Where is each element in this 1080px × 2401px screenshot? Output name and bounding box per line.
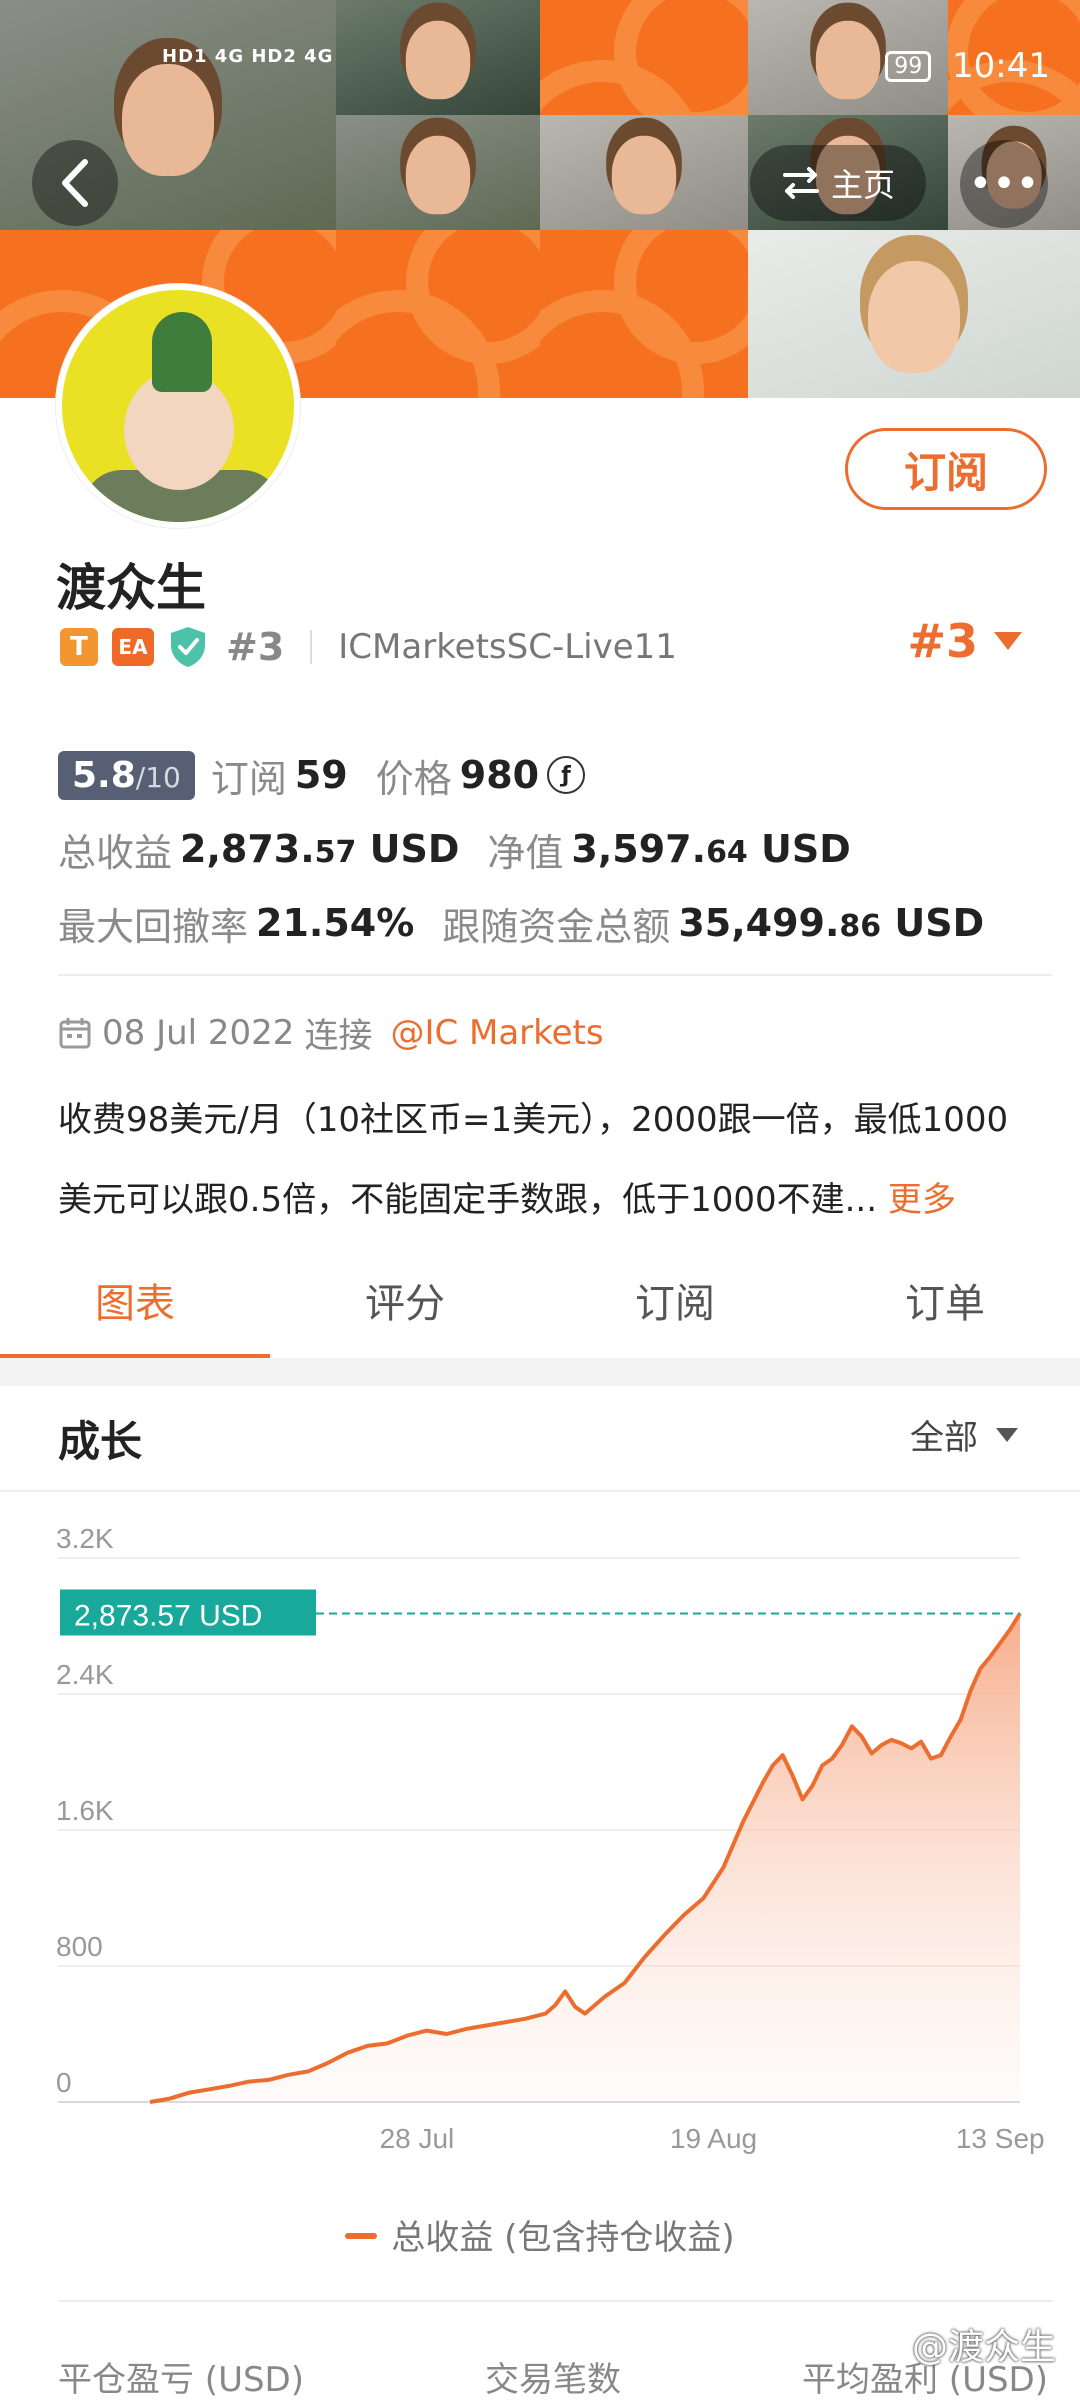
x-tick-label: 13 Sep	[956, 2123, 1045, 2154]
subscribe-count: 59	[294, 753, 348, 797]
rank-dropdown[interactable]: #3	[907, 614, 1022, 668]
more-icon: •••	[968, 161, 1040, 207]
tab-bar: 图表 评分 订阅 订单	[0, 1262, 1080, 1360]
server-name: ICMarketsSC-Live11	[338, 627, 677, 667]
stats-panel: 5.8/10 订阅 59 价格 980 ƒ 总收益 2,873.57 USD 净…	[58, 738, 1038, 960]
ea-badge: EA	[112, 628, 154, 666]
x-tick-label: 28 Jul	[380, 2123, 455, 2154]
connection-info: 08 Jul 2022 连接 @IC Markets	[58, 1008, 604, 1057]
drawdown-value: 21.54%	[256, 901, 415, 945]
rank-big-label: #3	[907, 614, 978, 668]
summary-columns: 平仓盈亏 (USD) 交易笔数 平均盈利 (USD)	[58, 2352, 1048, 2401]
range-label: 全部	[910, 1418, 978, 1458]
chart-legend: 总收益 (包含持仓收益)	[0, 2210, 1080, 2259]
separator	[310, 630, 313, 664]
stat-row: 最大回撤率 21.54% 跟随资金总额 35,499.86 USD	[58, 886, 1038, 960]
follow-funds-label: 跟随资金总额	[442, 904, 671, 949]
growth-title: 成长	[58, 1417, 143, 1466]
follow-funds-value: 35,499.86 USD	[678, 901, 985, 945]
y-tick-label: 800	[56, 1931, 103, 1962]
home-button[interactable]: 主页	[750, 145, 926, 221]
description: 收费98美元/月（10社区币=1美元），2000跟一倍，最低1000 美元可以跟…	[58, 1080, 1048, 1240]
broker-link[interactable]: @IC Markets	[390, 1013, 603, 1053]
subscribe-count-label: 订阅	[210, 756, 287, 801]
range-dropdown[interactable]: 全部	[910, 1410, 1018, 1459]
price-label: 价格	[375, 756, 452, 801]
score-badge: 5.8/10	[58, 750, 195, 800]
more-link[interactable]: 更多	[888, 1180, 956, 1220]
tab-orders[interactable]: 订单	[810, 1262, 1080, 1358]
watermark: @渡众生	[911, 2327, 1056, 2368]
calendar-icon	[59, 1017, 91, 1048]
closed-pnl-label: 平仓盈亏 (USD)	[58, 2360, 304, 2400]
more-button[interactable]: •••	[960, 140, 1048, 228]
collage-photo	[336, 115, 540, 230]
section-gap	[0, 1358, 1080, 1386]
y-tick-label: 3.2K	[56, 1523, 114, 1554]
caret-down-icon	[994, 632, 1022, 650]
legend-swatch	[345, 2233, 378, 2239]
home-label: 主页	[830, 166, 895, 204]
collage-photo	[540, 115, 748, 230]
collage-orange-tile	[336, 230, 540, 398]
total-profit-label: 总收益	[58, 830, 173, 875]
divider	[58, 974, 1052, 976]
current-value-label: 2,873.57 USD	[74, 1599, 262, 1632]
tab-rating[interactable]: 评分	[270, 1262, 540, 1358]
connect-label: 连接	[304, 1016, 373, 1056]
verified-shield-icon	[171, 627, 205, 667]
stat-row: 5.8/10 订阅 59 价格 980 ƒ	[58, 738, 1038, 812]
series-area	[150, 1613, 1020, 2102]
drawdown-label: 最大回撤率	[58, 904, 249, 949]
collage-photo	[748, 230, 1080, 398]
equity-value: 3,597.64 USD	[571, 827, 851, 871]
caret-down-icon	[996, 1427, 1018, 1442]
coin-icon: ƒ	[547, 756, 586, 794]
battery-icon: 99	[885, 51, 932, 82]
price-value: 980	[459, 753, 540, 797]
total-profit-value: 2,873.57 USD	[180, 827, 460, 871]
subscribe-button[interactable]: 订阅	[845, 428, 1047, 510]
profile-name: 渡众生	[56, 559, 206, 617]
back-button[interactable]	[32, 140, 118, 226]
y-tick-label: 2.4K	[56, 1659, 114, 1690]
divider	[58, 2300, 1052, 2302]
description-line: 收费98美元/月（10社区币=1美元），2000跟一倍，最低1000	[58, 1100, 1009, 1140]
collage-orange-tile	[540, 230, 748, 398]
network-indicator: HD1 4G HD2 4G	[162, 46, 334, 67]
tab-subscriptions[interactable]: 订阅	[540, 1262, 810, 1358]
switch-icon	[782, 167, 819, 199]
chevron-left-icon	[62, 159, 88, 207]
y-tick-label: 0	[56, 2067, 72, 2098]
connect-date: 08 Jul 2022	[102, 1012, 295, 1053]
trade-count-label: 交易笔数	[485, 2360, 621, 2400]
status-right: 99 10:41	[885, 46, 1050, 86]
growth-header: 成长 全部	[0, 1386, 1080, 1492]
growth-chart: 0 800 1.6K 2.4K 3.2K 28 Jul 19 Aug 13 Sep 2,873.…	[56, 1523, 1045, 2154]
legend-label: 总收益 (包含持仓收益)	[391, 2218, 735, 2258]
equity-label: 净值	[487, 830, 564, 875]
clock: 10:41	[952, 46, 1050, 86]
y-tick-label: 1.6K	[56, 1795, 114, 1826]
description-line: 美元可以跟0.5倍，不能固定手数跟，低于1000不建... 更多	[58, 1180, 956, 1220]
tab-chart[interactable]: 图表	[0, 1262, 270, 1360]
rank-small: #3	[226, 625, 285, 669]
x-tick-label: 19 Aug	[670, 2123, 757, 2154]
trader-badge: T	[60, 628, 98, 666]
status-bar: HD1 4G HD2 4G 99 10:41	[0, 0, 1080, 120]
stat-row: 总收益 2,873.57 USD 净值 3,597.64 USD	[58, 812, 1038, 886]
avatar[interactable]	[56, 284, 300, 528]
badge-row: T EA #3 ICMarketsSC-Live11	[60, 622, 677, 672]
